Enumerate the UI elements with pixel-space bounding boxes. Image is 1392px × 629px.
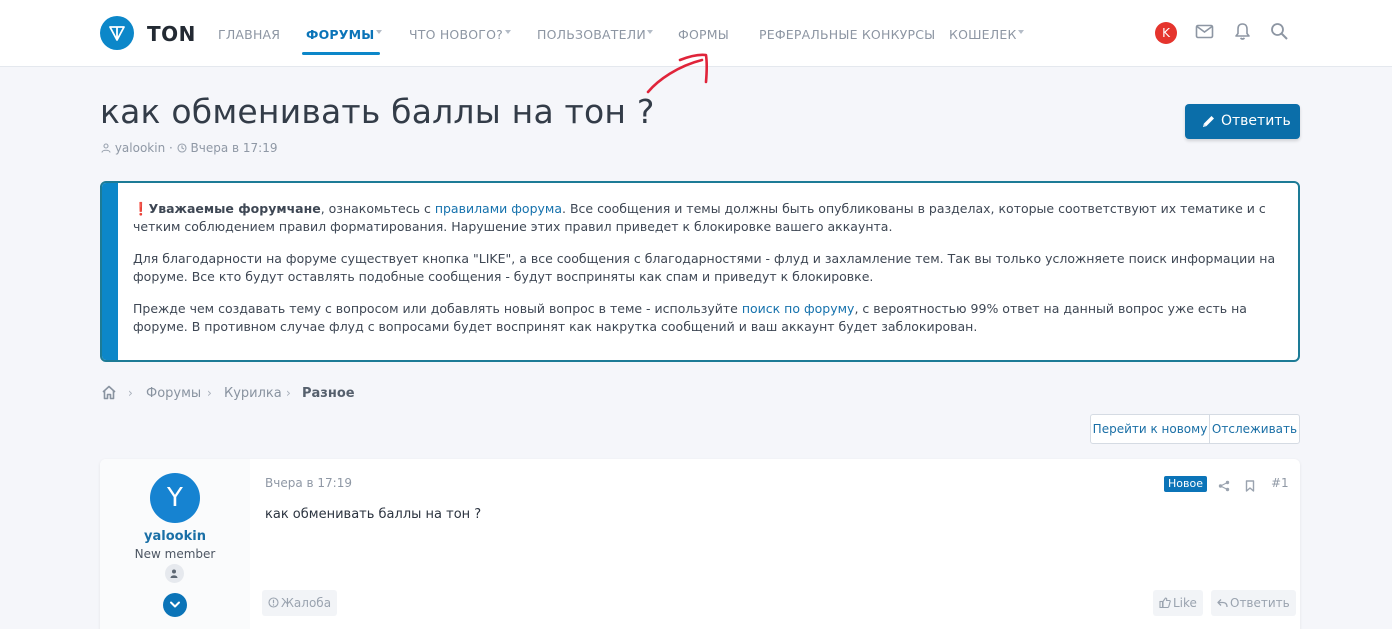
nav-forms[interactable]: ФОРМЫ [678,27,729,42]
thread-date[interactable]: Вчера в 17:19 [191,141,278,155]
watch-button[interactable]: Отслеживать [1210,415,1299,443]
notice-text: , ознакомьтесь с [320,201,435,216]
breadcrumb-separator-icon: › [207,386,212,400]
nav-members-chevron-down-icon[interactable] [647,30,653,34]
report-button[interactable]: Жалоба [262,590,338,616]
post-reply-button[interactable]: Ответить [1211,590,1296,616]
post-number[interactable]: #1 [1271,476,1289,490]
notice-body: ❗Уважаемые форумчане, ознакомьтесь с пра… [133,200,1283,350]
account-avatar[interactable]: K [1155,22,1177,44]
notice-greeting: Уважаемые форумчане [148,201,321,216]
clock-icon [177,143,187,153]
breadcrumb-forums[interactable]: Форумы [146,386,201,401]
like-label: Like [1173,596,1197,610]
user-icon [101,143,111,153]
bookmark-icon[interactable] [1245,477,1255,496]
thread-author[interactable]: yalookin [115,141,165,155]
report-label: Жалоба [281,596,332,610]
goto-new-button[interactable]: Перейти к новому [1091,415,1210,443]
search-icon[interactable] [1270,22,1289,45]
chevron-down-icon [170,601,180,608]
exclamation-icon: ❗ [133,201,149,216]
ton-logo-icon[interactable] [100,16,134,50]
nav-whats-new[interactable]: ЧТО НОВОГО? [409,27,503,42]
notice-paragraph-3: Прежде чем создавать тему с вопросом или… [133,300,1283,336]
thread-meta: yalookin · Вчера в 17:19 [101,141,277,155]
breadcrumb-current[interactable]: Разное [302,386,355,401]
nav-whats-new-chevron-down-icon[interactable] [505,30,511,34]
expand-user-info-button[interactable] [163,593,187,617]
nav-active-indicator [302,52,380,55]
home-icon[interactable] [101,385,117,400]
nav-home[interactable]: ГЛАВНАЯ [218,27,280,42]
nav-wallet[interactable]: КОШЕЛЕК [949,27,1017,42]
mail-icon[interactable] [1195,22,1214,45]
page-title: как обменивать баллы на тон ? [100,92,655,131]
report-icon [268,597,279,608]
user-badge-icon[interactable] [165,564,184,583]
notice-paragraph-1: ❗Уважаемые форумчане, ознакомьтесь с пра… [133,200,1283,236]
breadcrumb-separator-icon: › [128,386,133,400]
breadcrumb-separator-icon: › [286,386,291,400]
new-badge: Новое [1164,476,1207,492]
post: Y yalookin New member Вчера в 17:19 Ново… [100,459,1300,629]
user-title: New member [134,547,216,561]
post-reply-label: Ответить [1230,596,1290,610]
post-username[interactable]: yalookin [100,529,250,544]
post-date[interactable]: Вчера в 17:19 [265,476,352,490]
post-user-cell: Y yalookin New member [100,459,250,629]
forum-search-link[interactable]: поиск по форуму [742,301,855,316]
nav-forums-chevron-down-icon[interactable] [376,30,382,34]
reply-arrow-icon [1217,599,1228,608]
logo-text[interactable]: TON [147,22,196,46]
forum-rules-link[interactable]: правилами форума [435,201,562,216]
pencil-icon [1203,116,1214,127]
like-button[interactable]: Like [1153,590,1203,616]
reply-button-label: Ответить [1221,113,1291,129]
nav-referral-contests[interactable]: РЕФЕРАЛЬНЫЕ КОНКУРСЫ [759,27,935,42]
share-icon[interactable] [1218,477,1230,496]
reply-button[interactable]: Ответить [1185,104,1300,139]
post-message: как обменивать баллы на тон ? [265,507,482,522]
forum-rules-notice: ❗Уважаемые форумчане, ознакомьтесь с пра… [100,181,1300,362]
nav-forums[interactable]: ФОРУМЫ [306,27,374,42]
breadcrumb-kurilka[interactable]: Курилка [224,386,282,401]
meta-separator: · [169,141,173,155]
nav-members[interactable]: ПОЛЬЗОВАТЕЛИ [537,27,646,42]
notice-paragraph-2: Для благодарности на форуме существует к… [133,251,1276,284]
avatar[interactable]: Y [150,473,200,523]
thread-action-buttons: Перейти к новому Отслеживать [1090,414,1300,444]
notice-text: Прежде чем создавать тему с вопросом или… [133,301,742,316]
nav-wallet-chevron-down-icon[interactable] [1018,30,1024,34]
annotation-arrow-icon [646,53,709,94]
notice-accent-bar [102,183,118,360]
bell-icon[interactable] [1233,22,1252,45]
thumbs-up-icon [1159,597,1171,609]
